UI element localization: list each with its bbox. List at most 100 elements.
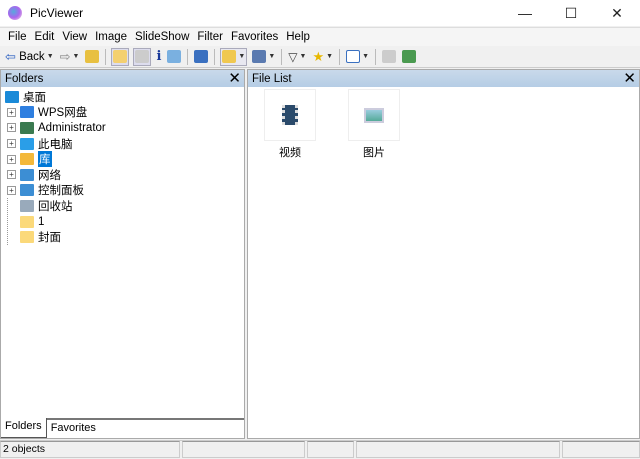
tree-item-label: 库 bbox=[38, 151, 52, 168]
tree-item-label: WPS网盘 bbox=[38, 107, 88, 120]
close-file-list-icon[interactable]: ✕ bbox=[623, 70, 636, 87]
menu-edit[interactable]: Edit bbox=[31, 31, 59, 43]
tree-item[interactable]: + 网络 bbox=[1, 167, 244, 183]
chevron-down-icon: ▼ bbox=[326, 53, 334, 60]
status-section bbox=[182, 441, 305, 458]
title-bar: PicViewer — ☐ ✕ bbox=[0, 0, 640, 26]
maximize-button[interactable]: ☐ bbox=[548, 0, 594, 26]
chevron-down-icon: ▼ bbox=[299, 53, 307, 60]
computer-icon bbox=[20, 137, 34, 150]
image-button[interactable] bbox=[166, 48, 182, 66]
window-button[interactable] bbox=[193, 48, 209, 66]
tree-item[interactable]: 桌面 bbox=[1, 89, 244, 105]
recycle-bin-icon bbox=[20, 199, 34, 212]
tree-item-label: 回收站 bbox=[38, 200, 73, 213]
separator bbox=[105, 48, 107, 65]
file-list-panel: File List ✕ 视频 图片 bbox=[247, 69, 640, 439]
close-folders-panel-icon[interactable]: ✕ bbox=[228, 70, 241, 87]
folders-panel-header: Folders ✕ bbox=[1, 70, 244, 87]
window-title: PicViewer bbox=[30, 6, 84, 20]
image-icon bbox=[167, 50, 182, 63]
menu-file[interactable]: File bbox=[4, 31, 31, 43]
menu-help[interactable]: Help bbox=[282, 31, 314, 43]
menu-slideshow[interactable]: SlideShow bbox=[131, 31, 193, 43]
tree-item[interactable]: + 库 bbox=[1, 151, 244, 168]
preview-pane-button[interactable] bbox=[133, 47, 152, 66]
expand-icon[interactable]: + bbox=[7, 170, 16, 180]
separator bbox=[339, 48, 341, 65]
tree-item[interactable]: 回收站 bbox=[1, 198, 244, 214]
folders-pane-button[interactable] bbox=[111, 47, 130, 66]
expand-icon[interactable]: + bbox=[7, 123, 16, 133]
panel-icon bbox=[135, 50, 150, 63]
tree-line bbox=[7, 214, 16, 230]
file-item-label: 视频 bbox=[279, 147, 301, 159]
tree-item[interactable]: + WPS网盘 bbox=[1, 105, 244, 121]
menu-image[interactable]: Image bbox=[91, 31, 131, 43]
status-section bbox=[562, 441, 640, 458]
library-icon bbox=[20, 153, 34, 166]
status-section bbox=[307, 441, 354, 458]
back-arrow-icon: ⇦ bbox=[5, 48, 16, 64]
tab-favorites[interactable]: Favorites bbox=[47, 420, 100, 438]
user-icon bbox=[20, 121, 34, 134]
toolbar: ⇦ Back ▼ ⇨ ▼ i ▼ ▼ ▽ ▼ ★ ▼ ▼ bbox=[0, 46, 640, 68]
file-list-header: File List ✕ bbox=[248, 70, 639, 87]
folder-icon bbox=[20, 215, 34, 228]
chevron-down-icon: ▼ bbox=[268, 53, 276, 60]
video-library-icon bbox=[264, 89, 316, 141]
filter-icon: ▽ bbox=[288, 49, 298, 64]
tree-item[interactable]: 1 bbox=[1, 214, 244, 230]
file-list-title: File List bbox=[252, 72, 292, 85]
tree-item[interactable]: + 控制面板 bbox=[1, 183, 244, 199]
desktop-icon bbox=[5, 90, 19, 103]
network-icon bbox=[20, 168, 34, 181]
star-icon: ★ bbox=[312, 48, 325, 64]
menu-filter[interactable]: Filter bbox=[193, 31, 227, 43]
tab-folders[interactable]: Folders bbox=[1, 418, 47, 438]
info-icon: i bbox=[156, 49, 162, 64]
folder-options-button[interactable]: ▼ bbox=[220, 47, 248, 66]
chevron-down-icon: ▼ bbox=[72, 53, 80, 60]
cloud-icon bbox=[20, 106, 34, 119]
up-folder-button[interactable] bbox=[84, 48, 100, 66]
tree-item[interactable]: + Administrator bbox=[1, 120, 244, 136]
status-section bbox=[356, 441, 560, 458]
panel-tabs: Folders Favorites bbox=[1, 418, 244, 438]
tree-icon bbox=[113, 50, 128, 63]
forward-button[interactable]: ⇨ ▼ bbox=[59, 48, 81, 66]
slideshow-button[interactable]: ▼ bbox=[251, 48, 276, 66]
expand-icon[interactable]: + bbox=[7, 154, 16, 164]
view-mode-button[interactable]: ▼ bbox=[345, 48, 370, 66]
tree-item-label: 网络 bbox=[38, 169, 61, 182]
folder-icon bbox=[20, 231, 34, 244]
export-button[interactable] bbox=[401, 48, 417, 66]
favorites-button[interactable]: ★ ▼ bbox=[311, 48, 334, 66]
status-objects: 2 objects bbox=[0, 441, 180, 458]
expand-icon[interactable]: + bbox=[7, 139, 16, 149]
window-icon bbox=[194, 50, 209, 63]
back-button[interactable]: ⇦ Back ▼ bbox=[4, 48, 55, 66]
status-bar: 2 objects bbox=[0, 440, 640, 459]
tree-item[interactable]: 封面 bbox=[1, 229, 244, 245]
close-button[interactable]: ✕ bbox=[594, 0, 640, 26]
expand-icon[interactable]: + bbox=[7, 107, 16, 117]
filter-button[interactable]: ▽ ▼ bbox=[287, 48, 307, 66]
minimize-button[interactable]: — bbox=[502, 0, 548, 26]
control-panel-icon bbox=[20, 184, 34, 197]
separator bbox=[375, 48, 376, 65]
folders-panel: Folders ✕ 桌面 + WPS网盘 + Administrator + 此电脑 + 库 + 网… bbox=[0, 69, 245, 439]
import-icon bbox=[382, 50, 396, 63]
expand-icon[interactable]: + bbox=[7, 185, 16, 195]
menu-view[interactable]: View bbox=[58, 31, 91, 43]
tree-item-label: 桌面 bbox=[23, 91, 46, 104]
import-button[interactable] bbox=[381, 48, 397, 66]
tree-item-label: Administrator bbox=[38, 121, 106, 134]
tree-item[interactable]: + 此电脑 bbox=[1, 136, 244, 152]
chevron-down-icon: ▼ bbox=[238, 53, 246, 60]
info-button[interactable]: i bbox=[155, 48, 162, 66]
picture-library-icon bbox=[348, 89, 400, 141]
tree-item-label: 1 bbox=[38, 215, 45, 228]
menu-favorites[interactable]: Favorites bbox=[227, 31, 282, 43]
tree-item-label: 封面 bbox=[38, 232, 61, 245]
